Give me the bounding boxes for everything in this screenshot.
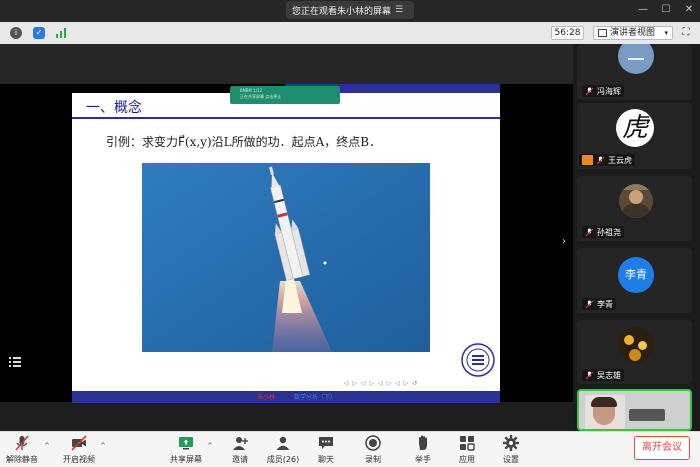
participant-name-tag: 李青	[582, 298, 616, 310]
apps-grid-icon	[460, 436, 475, 451]
start-video-label: 开启视频	[63, 455, 95, 464]
share-banner-text: 您正在观看朱小林的屏幕	[292, 6, 392, 17]
video-off-icon	[71, 435, 87, 451]
host-badge-icon	[582, 155, 593, 165]
record-icon	[365, 435, 381, 451]
video-options-chevron-icon[interactable]: ^	[100, 442, 108, 450]
participant-name: 王云虎	[608, 155, 632, 165]
muted-mic-icon	[585, 300, 594, 308]
avatar	[618, 327, 654, 363]
muted-mic-icon	[585, 87, 594, 95]
raise-hand-label: 举手	[415, 455, 431, 464]
shared-screen-top-gap	[0, 44, 573, 84]
participant-name: 吴志雄	[597, 370, 621, 380]
muted-mic-icon	[585, 228, 594, 236]
participants-button[interactable]: 成员(26)	[263, 434, 303, 466]
avatar	[618, 44, 654, 74]
audio-options-chevron-icon[interactable]: ^	[44, 442, 52, 450]
meeting-window: 您正在观看朱小林的屏幕 ☰ — ☐ ✕ i ✓ 56:28 演讲者视图 ▾ ⛶ …	[0, 0, 700, 467]
participants-icon	[276, 436, 290, 450]
participant-name-tag: 冯海辉	[582, 85, 624, 97]
fullscreen-icon[interactable]: ⛶	[680, 27, 692, 39]
grid-view-icon	[598, 29, 607, 37]
raise-hand-button[interactable]: 举手	[403, 434, 443, 466]
unmute-label: 解除静音	[6, 455, 38, 464]
slide-footer-author: 朱小林	[257, 394, 276, 401]
slide-footer-band: 朱小林 数学分析（下）	[72, 391, 500, 403]
university-logo-icon	[461, 343, 495, 377]
apps-button[interactable]: 应用	[447, 434, 487, 466]
security-shield-icon[interactable]: ✓	[33, 27, 45, 39]
video-label-placeholder	[629, 409, 665, 421]
rocket-launch-photo	[142, 163, 430, 352]
apps-label: 应用	[459, 455, 475, 464]
participant-tile[interactable]: 吴志雄	[577, 320, 692, 384]
participant-tile[interactable]: 虎 王云虎	[577, 103, 692, 169]
avatar: 虎	[616, 109, 654, 147]
collapse-gallery-chevron-icon[interactable]: ›	[559, 235, 569, 249]
share-screen-label: 共享屏幕	[170, 455, 202, 464]
slide-title-rule	[72, 117, 500, 119]
slide-footer-course: 数学分析（下）	[294, 394, 337, 401]
invite-label: 邀请	[232, 455, 248, 464]
chat-button[interactable]: 聊天	[306, 434, 346, 466]
avatar	[619, 184, 653, 218]
participant-name-tag: 孙祖尧	[582, 226, 624, 238]
avatar: 李青	[618, 257, 654, 293]
invite-button[interactable]: 邀请	[220, 434, 260, 466]
unmute-button[interactable]: 解除静音	[2, 434, 42, 466]
view-mode-dropdown[interactable]: 演讲者视图 ▾	[593, 26, 673, 40]
banner-menu-icon[interactable]: ☰	[395, 5, 403, 15]
beamer-navigation-symbols[interactable]: ◁ ▷ ◁ ▷ ◁ ▷ ◁ ▷ ↺	[344, 380, 418, 387]
meeting-timer: 56:28	[551, 26, 584, 40]
screen-share-banner[interactable]: 您正在观看朱小林的屏幕 ☰	[286, 1, 414, 19]
view-mode-label: 演讲者视图	[610, 28, 656, 38]
participant-tile[interactable]: 冯海辉	[577, 44, 692, 100]
share-screen-button[interactable]: 共享屏幕	[166, 434, 206, 466]
participant-name: 孙祖尧	[597, 227, 621, 237]
maximize-icon[interactable]: ☐	[660, 4, 672, 16]
participant-gallery: 冯海辉 虎 王云虎 孙祖尧 李青 李青 吴志雄	[573, 44, 700, 431]
close-icon[interactable]: ✕	[683, 4, 695, 16]
settings-button[interactable]: 设置	[491, 434, 531, 466]
title-bar: 您正在观看朱小林的屏幕 ☰ — ☐ ✕	[0, 0, 700, 22]
self-video-tile[interactable]	[577, 389, 692, 431]
list-menu-icon[interactable]	[8, 355, 22, 369]
participant-name-tag: 吴志雄	[582, 369, 624, 381]
chat-bubble-icon	[319, 437, 333, 449]
participant-name-tag: 王云虎	[579, 154, 635, 166]
presentation-slide: 一、概念 引例：求变力F⃗(x,y)沿L所做的功．起点A，终点B． ◁ ▷ ◁ …	[72, 93, 500, 391]
minimize-icon[interactable]: —	[637, 4, 649, 16]
share-options-chevron-icon[interactable]: ^	[207, 442, 215, 450]
participants-label: 成员(26)	[266, 455, 300, 464]
muted-mic-icon	[15, 435, 29, 451]
record-button[interactable]: 录制	[353, 434, 393, 466]
chat-label: 聊天	[318, 455, 334, 464]
participant-tile[interactable]: 李青 李青	[577, 248, 692, 313]
self-video-feed	[585, 395, 625, 429]
record-label: 录制	[365, 455, 381, 464]
share-screen-icon	[179, 437, 193, 450]
participant-tile[interactable]: 孙祖尧	[577, 176, 692, 241]
gear-icon	[503, 435, 519, 451]
raise-hand-icon	[419, 435, 427, 450]
share-status-overlay[interactable]: BNBM 1/12 正在共享屏幕 点击停止	[230, 86, 340, 104]
invite-user-icon	[233, 437, 248, 450]
slide-body-text: 引例：求变力F⃗(x,y)沿L所做的功．起点A，终点B．	[106, 135, 382, 149]
muted-mic-icon	[596, 156, 605, 164]
overlay-line-2: 正在共享屏幕 点击停止	[240, 94, 282, 99]
signal-strength-icon[interactable]	[55, 27, 67, 39]
info-icon[interactable]: i	[10, 27, 22, 39]
settings-label: 设置	[503, 455, 519, 464]
participant-name: 冯海辉	[597, 86, 621, 96]
chevron-down-icon: ▾	[664, 29, 668, 37]
slide-title: 一、概念	[86, 100, 142, 116]
participant-name: 李青	[597, 299, 613, 309]
leave-meeting-button[interactable]: 离开会议	[634, 436, 690, 460]
start-video-button[interactable]: 开启视频	[59, 434, 99, 466]
meeting-toolbar: 解除静音 ^ 开启视频 ^ 共享屏幕 ^ 邀请 成员(26) 聊天 录制 举手 …	[0, 431, 700, 467]
muted-mic-icon	[585, 371, 594, 379]
